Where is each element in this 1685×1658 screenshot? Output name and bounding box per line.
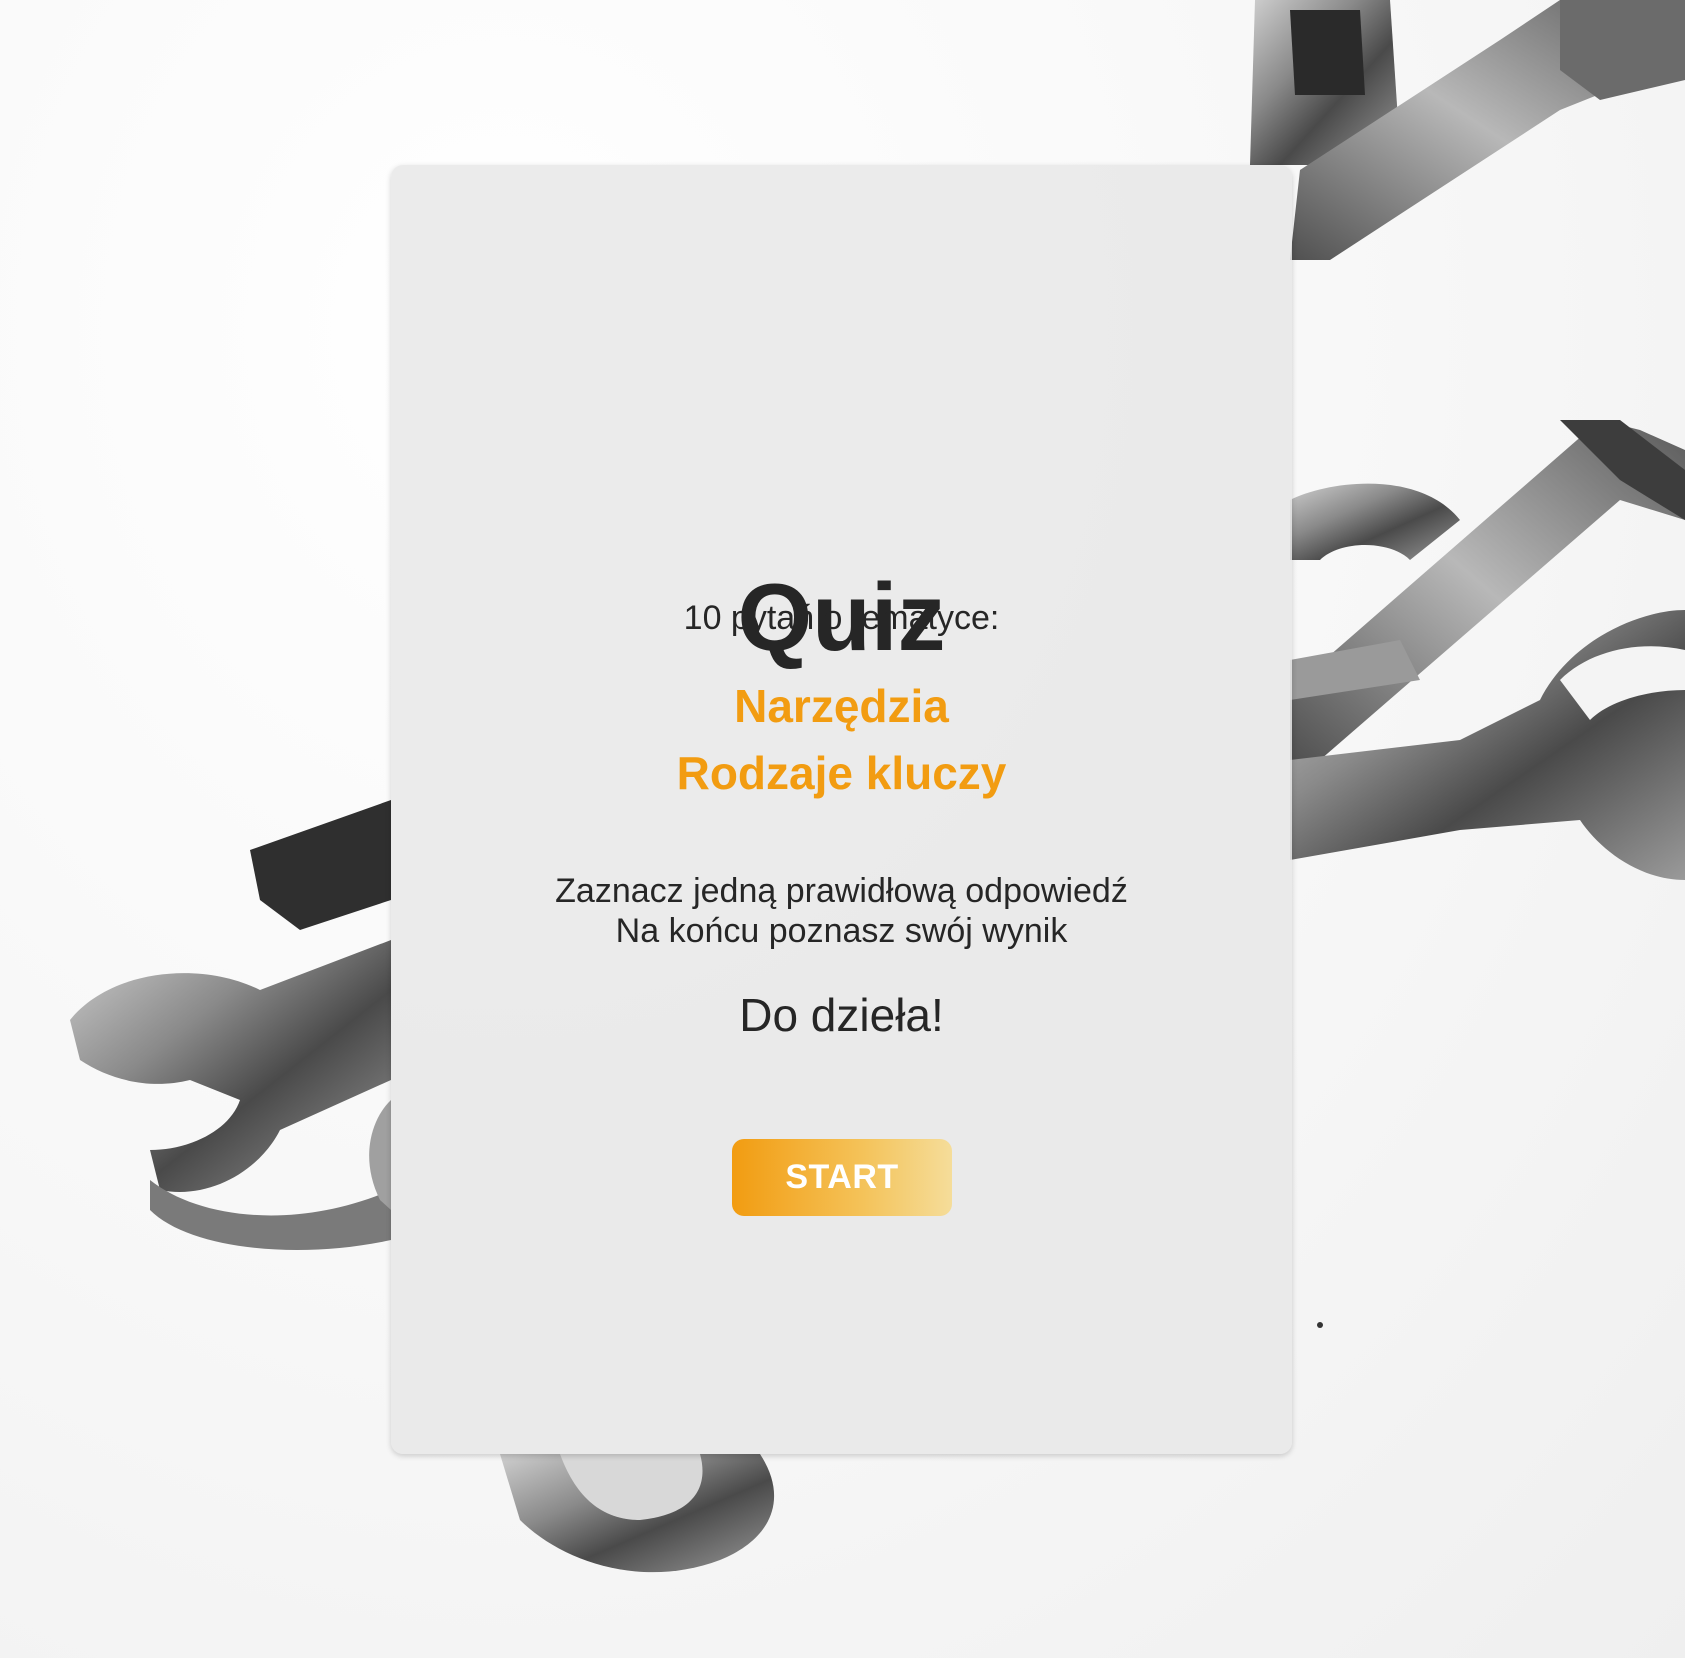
encouragement-text: Do dzieła! xyxy=(739,989,944,1041)
wrench-bottom xyxy=(500,1454,775,1573)
instruction-line-1: Zaznacz jedną prawidłową odpowiedź xyxy=(555,872,1128,910)
quiz-start-screen: Quiz 10 pytań o tematyce: Narzędzia Rodz… xyxy=(0,0,1685,1658)
wrench-right-lower xyxy=(1290,610,1685,880)
wrench-left xyxy=(70,800,391,1250)
quiz-instructions: Zaznacz jedną prawidłową odpowiedź Na ko… xyxy=(391,871,1292,951)
socket-wrench-top xyxy=(1250,0,1685,260)
topic-secondary: Rodzaje kluczy xyxy=(676,747,1007,799)
quiz-topics: Narzędzia Rodzaje kluczy xyxy=(391,673,1292,807)
quiz-intro-text: 10 pytań o tematyce: xyxy=(683,599,1000,637)
topic-primary: Narzędzia xyxy=(734,680,949,732)
instruction-line-2: Na końcu poznasz swój wynik xyxy=(615,912,1068,950)
start-button[interactable]: START xyxy=(732,1139,952,1216)
quiz-intro-card: Quiz 10 pytań o tematyce: Narzędzia Rodz… xyxy=(391,165,1292,1454)
